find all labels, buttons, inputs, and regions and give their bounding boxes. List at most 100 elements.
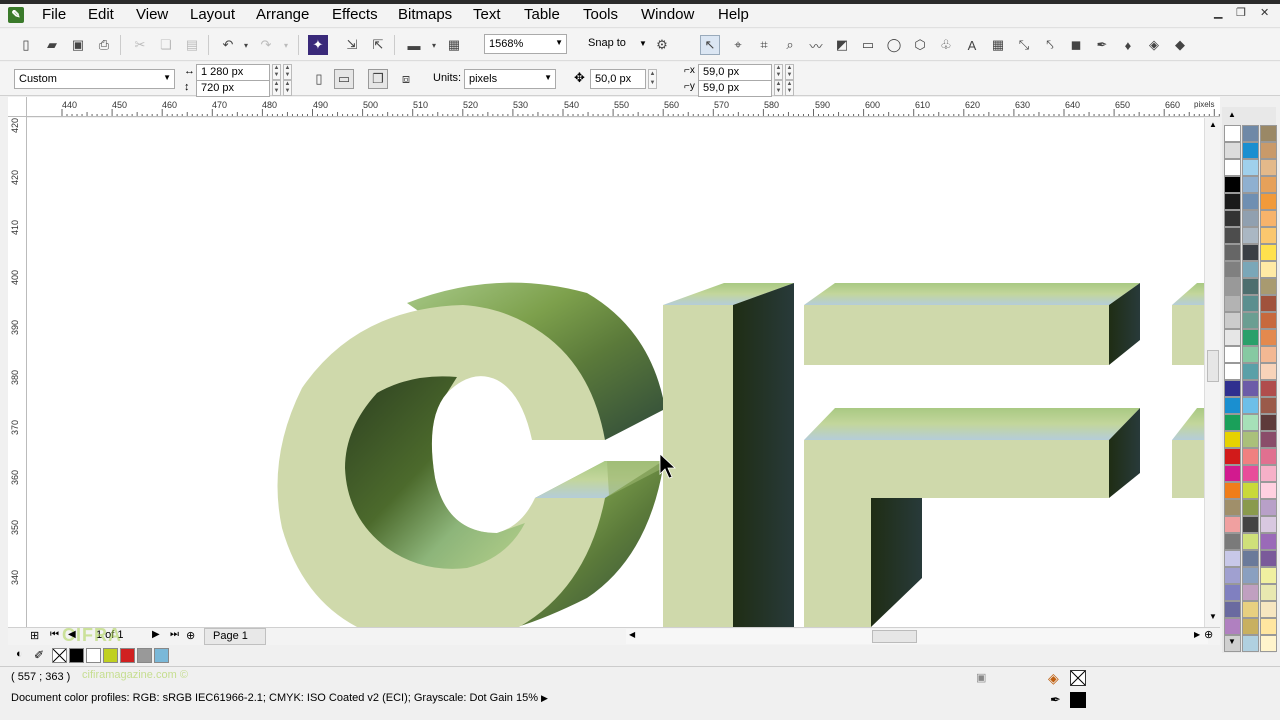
palette-color-swatch[interactable] [1260, 312, 1277, 329]
palette-color-swatch[interactable] [1260, 125, 1277, 142]
scroll-left-icon[interactable]: ◀ [629, 630, 635, 639]
menu-view[interactable]: View [136, 6, 168, 23]
palette-color-swatch[interactable] [1224, 465, 1241, 482]
all-pages-icon[interactable]: ❐ [368, 69, 388, 89]
palette-color-swatch[interactable] [1260, 635, 1277, 652]
minimize-icon[interactable]: ▁ [1214, 6, 1222, 19]
palette-color-swatch[interactable] [1224, 295, 1241, 312]
application-launcher-icon[interactable]: ▬ [404, 35, 424, 55]
palette-color-swatch[interactable] [1260, 261, 1277, 278]
duplicate-x-spinner-2[interactable]: ▲ ▼ [785, 64, 794, 80]
palette-color-swatch[interactable] [1242, 482, 1259, 499]
width-lock-spinner[interactable]: ▲ ▼ [283, 64, 292, 80]
menu-window[interactable]: Window [641, 6, 694, 23]
palette-color-swatch[interactable] [1224, 584, 1241, 601]
options-icon[interactable]: ⚙ [652, 35, 672, 55]
palette-color-swatch[interactable] [1224, 533, 1241, 550]
palette-color-swatch[interactable] [1224, 329, 1241, 346]
palette-color-swatch[interactable] [1260, 193, 1277, 210]
palette-color-swatch[interactable] [1260, 584, 1277, 601]
palette-color-swatch[interactable] [1224, 244, 1241, 261]
redo-icon[interactable]: ↷ [256, 35, 276, 55]
smart-fill-icon[interactable]: ◩ [832, 35, 852, 55]
new-document-icon[interactable]: ▯ [16, 35, 36, 55]
palette-color-swatch[interactable] [1242, 380, 1259, 397]
scroll-up-icon[interactable]: ▲ [1209, 120, 1217, 129]
palette-color-swatch[interactable] [1224, 414, 1241, 431]
menu-tools[interactable]: Tools [583, 6, 618, 23]
palette-color-swatch[interactable] [1260, 482, 1277, 499]
palette-color-swatch[interactable] [1224, 193, 1241, 210]
object-details-icon[interactable]: ▣ [976, 671, 986, 684]
palette-color-swatch[interactable] [1224, 125, 1241, 142]
shape-tool-icon[interactable]: ⌖ [728, 35, 748, 55]
eyedropper-icon[interactable]: ✐ [34, 648, 44, 662]
palette-color-swatch[interactable] [1224, 210, 1241, 227]
extrude-tool-icon[interactable]: ◼ [1066, 35, 1086, 55]
palette-color-swatch[interactable] [1224, 312, 1241, 329]
palette-color-swatch[interactable] [1260, 618, 1277, 635]
width-spinner[interactable]: ▲ ▼ [272, 64, 281, 80]
palette-color-swatch[interactable] [1242, 159, 1259, 176]
palette-color-swatch[interactable] [1242, 533, 1259, 550]
palette-color-swatch[interactable] [1224, 567, 1241, 584]
pick-tool-icon[interactable]: ↖ [700, 35, 720, 55]
height-spinner[interactable]: ▲ ▼ [272, 80, 281, 96]
page-preset-select[interactable]: Custom ▼ [14, 69, 175, 89]
export-icon[interactable]: ⇱ [368, 35, 388, 55]
next-page-icon[interactable]: ▶ [152, 629, 160, 640]
palette-color-swatch[interactable] [1242, 261, 1259, 278]
current-page-icon[interactable]: ⧈ [396, 69, 416, 89]
menu-arrange[interactable]: Arrange [256, 6, 309, 23]
close-icon[interactable]: ✕ [1260, 6, 1269, 19]
horizontal-scroll-thumb[interactable] [872, 630, 917, 643]
palette-scroll-up-icon[interactable]: ▲ [1228, 110, 1236, 119]
ruler-origin[interactable] [8, 97, 27, 117]
zoom-tool-icon[interactable]: ⌕ [780, 35, 800, 55]
color-swatch[interactable] [120, 648, 135, 663]
palette-color-swatch[interactable] [1242, 516, 1259, 533]
no-color-swatch[interactable] [52, 648, 67, 663]
palette-color-swatch[interactable] [1224, 448, 1241, 465]
palette-color-swatch[interactable] [1224, 363, 1241, 380]
snap-to-menu[interactable]: Snap to ▼ [588, 37, 647, 49]
palette-color-swatch[interactable] [1260, 329, 1277, 346]
palette-color-swatch[interactable] [1242, 431, 1259, 448]
palette-color-swatch[interactable] [1224, 499, 1241, 516]
height-lock-spinner[interactable]: ▲ ▼ [283, 80, 292, 96]
duplicate-y-spinner-2[interactable]: ▲ ▼ [785, 80, 794, 96]
palette-color-swatch[interactable] [1224, 482, 1241, 499]
outline-pen-icon[interactable]: ♦ [1118, 35, 1138, 55]
palette-color-swatch[interactable] [1242, 176, 1259, 193]
rectangle-tool-icon[interactable]: ▭ [858, 35, 878, 55]
copy-icon[interactable]: ❏ [156, 35, 176, 55]
menu-text[interactable]: Text [473, 6, 501, 23]
connector-tool-icon[interactable]: ⤣ [1040, 35, 1060, 55]
menu-table[interactable]: Table [524, 6, 560, 23]
landscape-icon[interactable]: ▭ [334, 69, 354, 89]
palette-color-swatch[interactable] [1224, 618, 1241, 635]
basic-shapes-icon[interactable]: ♧ [936, 35, 956, 55]
fill-tool-icon[interactable]: ◈ [1144, 35, 1164, 55]
color-swatch[interactable] [86, 648, 101, 663]
palette-color-swatch[interactable] [1242, 346, 1259, 363]
crop-tool-icon[interactable]: ⌗ [754, 35, 774, 55]
palette-color-swatch[interactable] [1224, 516, 1241, 533]
palette-color-swatch[interactable] [1260, 550, 1277, 567]
vertical-scroll-thumb[interactable] [1207, 350, 1219, 382]
page-tab[interactable]: Page 1 [204, 628, 266, 645]
palette-color-swatch[interactable] [1242, 329, 1259, 346]
units-select[interactable]: pixels ▼ [464, 69, 556, 89]
palette-color-swatch[interactable] [1224, 176, 1241, 193]
palette-color-swatch[interactable] [1242, 397, 1259, 414]
palette-color-swatch[interactable] [1242, 125, 1259, 142]
cut-icon[interactable]: ✂ [130, 35, 150, 55]
palette-color-swatch[interactable] [1260, 244, 1277, 261]
palette-color-swatch[interactable] [1260, 176, 1277, 193]
palette-color-swatch[interactable] [1242, 448, 1259, 465]
palette-color-swatch[interactable] [1260, 465, 1277, 482]
palette-color-swatch[interactable] [1224, 261, 1241, 278]
interactive-fill-icon[interactable]: ◆ [1170, 35, 1190, 55]
palette-color-swatch[interactable] [1242, 312, 1259, 329]
horizontal-ruler[interactable]: 440 450 460 470 480 490 500 510 520 530 … [27, 97, 1220, 117]
